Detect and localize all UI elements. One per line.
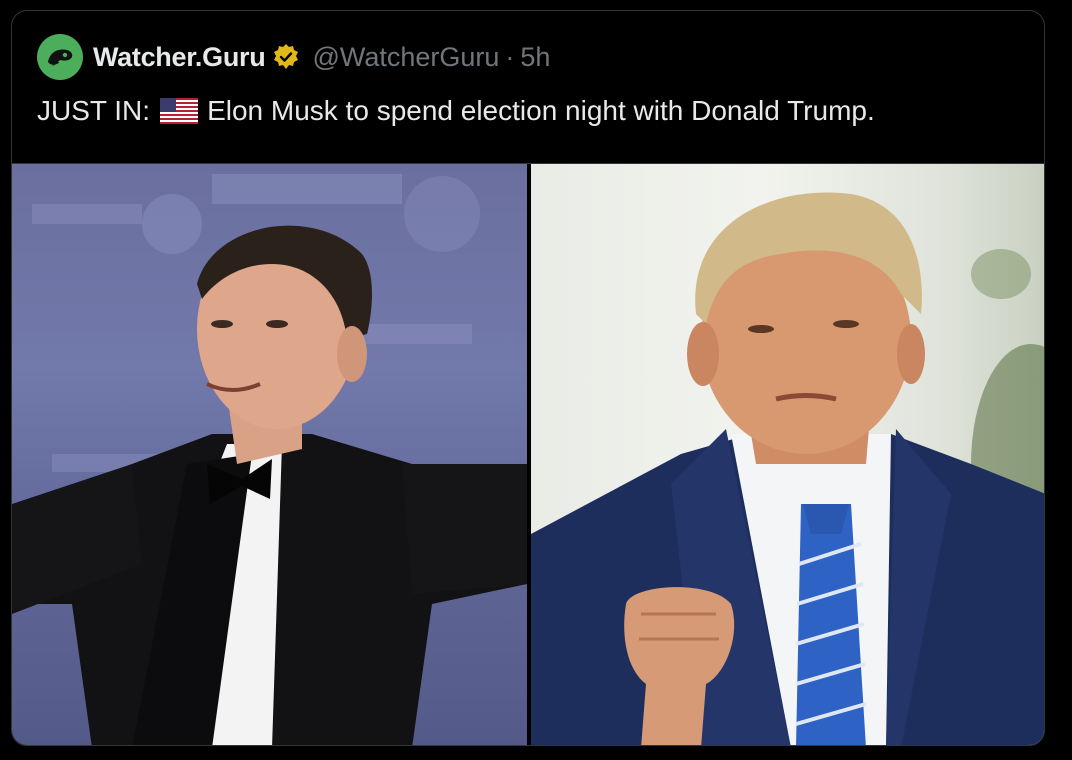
tweet-header: Watcher.Guru @WatcherGuru · 5h (37, 34, 550, 80)
verified-badge-icon (271, 42, 301, 72)
photo-donald-trump[interactable] (531, 164, 1044, 745)
photo-elon-musk[interactable] (12, 164, 527, 745)
tweet-text-prefix: JUST IN: (37, 95, 151, 126)
tweet-media[interactable] (12, 163, 1044, 745)
watcher-guru-logo-icon (48, 49, 73, 66)
display-name[interactable]: Watcher.Guru (93, 42, 266, 73)
tweet-timestamp[interactable]: 5h (520, 42, 550, 73)
tweet-text-body: Elon Musk to spend election night with D… (207, 95, 875, 126)
us-flag-icon (160, 98, 199, 124)
tweet-card[interactable]: Watcher.Guru @WatcherGuru · 5h JUST IN: (11, 10, 1045, 746)
separator-dot: · (505, 41, 515, 72)
tweet-text: JUST IN: Elon Musk to spend election nig… (37, 95, 875, 127)
author-handle[interactable]: @WatcherGuru (312, 42, 499, 73)
avatar[interactable] (37, 34, 83, 80)
